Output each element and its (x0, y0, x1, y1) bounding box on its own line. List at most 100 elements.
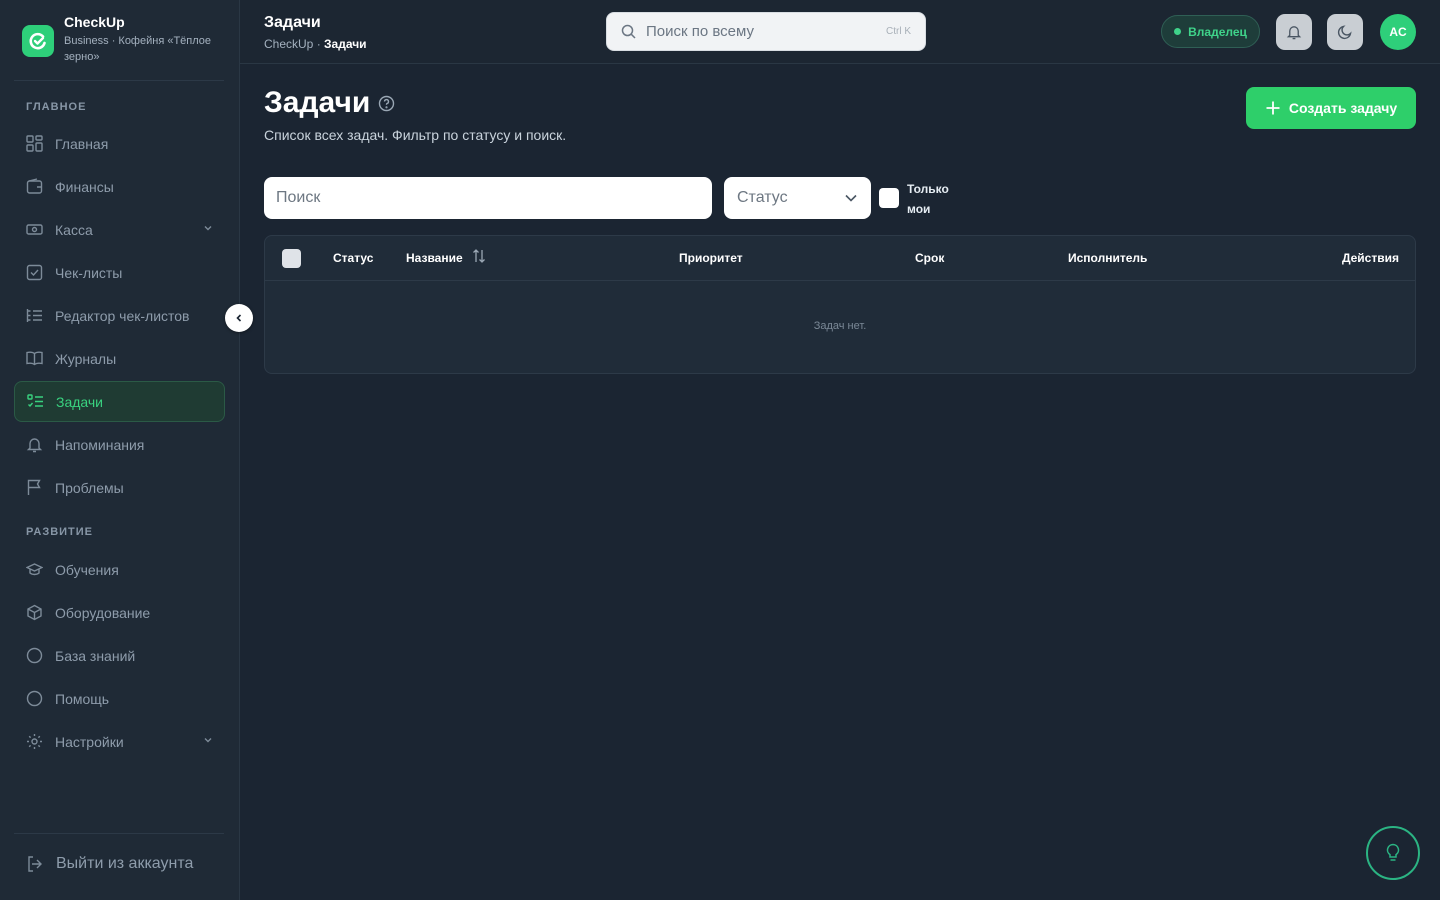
sidebar-item-knowledge-base[interactable]: База знаний (14, 635, 225, 676)
logout-icon (28, 856, 42, 872)
role-label: Владелец (1188, 24, 1247, 39)
header-title: Задачи (264, 14, 321, 31)
cash-icon (26, 224, 43, 235)
checklist-icon (26, 264, 43, 281)
bell-icon (1286, 26, 1302, 40)
top-header: Задачи CheckUp · Задачи Поиск по всему C… (240, 0, 1440, 64)
sidebar-item-checklists[interactable]: Чек-листы (14, 252, 225, 293)
sort-icon[interactable] (472, 248, 486, 264)
sidebar-item-label: Напоминания (55, 436, 145, 453)
sidebar-item-label: Оборудование (55, 604, 151, 621)
sidebar-divider (14, 80, 224, 81)
breadcrumb-current: Задачи (324, 37, 367, 51)
only-mine-checkbox[interactable] (879, 188, 899, 208)
notifications-button[interactable] (1276, 14, 1312, 50)
breadcrumb: CheckUp · Задачи (264, 37, 367, 51)
sidebar-item-trainings[interactable]: Обучения (14, 549, 225, 590)
sidebar-item-finance[interactable]: Финансы (14, 166, 225, 207)
chevron-down-icon (204, 738, 212, 743)
sidebar-item-label: Главная (55, 135, 109, 152)
chevron-down-icon (204, 226, 212, 231)
global-search-input[interactable]: Поиск по всему Ctrl K (606, 12, 926, 51)
task-search-input[interactable] (264, 177, 712, 219)
section-title-development: РАЗВИТИЕ (26, 526, 94, 538)
sidebar-item-label: Чек-листы (55, 264, 123, 281)
brand[interactable]: CheckUp Business · Кофейня «Тёплое зерно… (22, 12, 232, 65)
lightbulb-icon (1386, 843, 1400, 861)
sidebar-item-help[interactable]: Помощь (14, 678, 225, 719)
moon-icon (1337, 25, 1352, 40)
plus-icon (1266, 101, 1280, 115)
sidebar-item-journals[interactable]: Журналы (14, 338, 225, 379)
section-title-main: ГЛАВНОЕ (26, 101, 87, 113)
sidebar-item-label: Помощь (55, 690, 110, 707)
theme-toggle-button[interactable] (1327, 14, 1363, 50)
empty-state-text: Задач нет. (813, 320, 867, 332)
create-task-button[interactable]: Создать задачу (1246, 87, 1416, 129)
sidebar-item-reminders[interactable]: Напоминания (14, 424, 225, 465)
help-circle-icon[interactable] (378, 95, 395, 112)
flag-icon (27, 479, 41, 495)
logout-button[interactable]: Выйти из аккаунта (14, 844, 225, 884)
global-search-placeholder: Поиск по всему (646, 23, 754, 40)
sidebar-item-label: Редактор чек-листов (55, 307, 190, 324)
page-title: Задачи (264, 86, 395, 120)
circle-icon (26, 647, 43, 664)
status-dot-icon (1174, 28, 1182, 35)
column-header-priority[interactable]: Приоритет (679, 251, 743, 265)
sidebar-item-equipment[interactable]: Оборудование (14, 592, 225, 633)
page-description: Список всех задач. Фильтр по статусу и п… (264, 127, 567, 143)
table-header: Статус Название Приоритет Срок Исполните… (265, 236, 1415, 281)
select-all-checkbox[interactable] (282, 249, 301, 268)
page-title-text: Задачи (264, 86, 371, 119)
search-shortcut: Ctrl K (886, 26, 911, 37)
column-header-actions: Действия (1341, 251, 1399, 265)
column-header-deadline[interactable]: Срок (915, 251, 944, 265)
sidebar-item-settings[interactable]: Настройки (14, 721, 225, 762)
sidebar-item-label: Проблемы (55, 479, 124, 496)
sidebar-item-label: Журналы (55, 350, 117, 367)
sidebar-item-tasks[interactable]: Задачи (14, 381, 225, 422)
sidebar-item-label: Задачи (56, 393, 104, 410)
search-icon (621, 24, 636, 39)
sidebar-item-home[interactable]: Главная (14, 123, 225, 164)
bell-icon (26, 438, 43, 453)
breadcrumb-root[interactable]: CheckUp · (264, 37, 324, 51)
column-header-status[interactable]: Статус (333, 251, 373, 265)
box-icon (27, 604, 42, 621)
chevron-left-icon (236, 314, 242, 322)
tasks-icon (27, 394, 43, 408)
sidebar-item-label: Настройки (55, 733, 124, 750)
graduation-icon (26, 563, 43, 576)
wallet-icon (26, 178, 43, 194)
book-icon (26, 351, 43, 366)
checkup-logo-icon (22, 25, 54, 57)
sidebar: CheckUp Business · Кофейня «Тёплое зерно… (0, 0, 240, 900)
brand-name: CheckUp (64, 14, 125, 30)
logout-label: Выйти из аккаунта (56, 855, 194, 872)
sidebar-item-cashbox[interactable]: Касса (14, 209, 225, 250)
user-avatar[interactable]: AC (1380, 14, 1416, 50)
sidebar-collapse-button[interactable] (225, 304, 253, 332)
only-mine-label[interactable]: Только мои (907, 179, 967, 219)
sidebar-item-label: Касса (55, 221, 93, 238)
column-header-assignee[interactable]: Исполнитель (1068, 251, 1147, 265)
dashboard-icon (26, 135, 43, 152)
status-select-placeholder: Статус (737, 189, 788, 206)
status-select[interactable]: Статус (724, 177, 871, 219)
sidebar-divider (14, 833, 224, 834)
tasks-table: Статус Название Приоритет Срок Исполните… (264, 235, 1416, 374)
tips-button[interactable] (1366, 826, 1420, 880)
create-task-label: Создать задачу (1288, 100, 1398, 116)
list-edit-icon (26, 309, 42, 322)
circle-icon (26, 690, 43, 707)
sidebar-item-label: Обучения (55, 561, 119, 578)
sidebar-item-label: База знаний (55, 647, 136, 664)
chevron-down-icon (845, 194, 857, 202)
brand-subtitle: Business · Кофейня «Тёплое зерно» (64, 35, 212, 63)
role-badge[interactable]: Владелец (1161, 15, 1260, 48)
sidebar-item-problems[interactable]: Проблемы (14, 467, 225, 508)
gear-icon (27, 734, 42, 749)
column-header-name[interactable]: Название (406, 251, 463, 265)
sidebar-item-checklist-editor[interactable]: Редактор чек-листов (14, 295, 225, 336)
